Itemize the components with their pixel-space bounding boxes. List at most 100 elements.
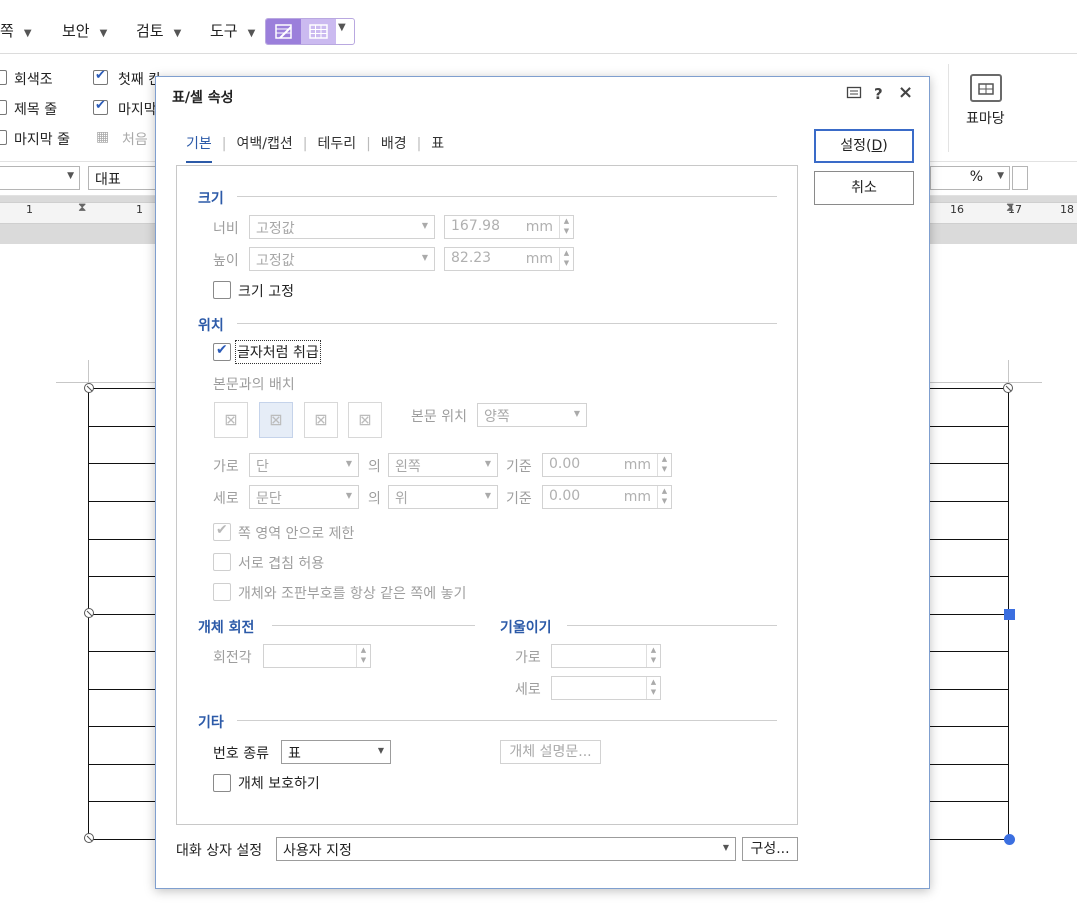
- horizontal-ref-select[interactable]: 단 ▼: [249, 453, 359, 477]
- horizontal-offset-input[interactable]: 0.00 mm ▲ ▼: [542, 453, 672, 477]
- spinner-arrows-icon[interactable]: ▲ ▼: [657, 454, 671, 476]
- table-grid-icon: [978, 83, 994, 95]
- dialog-title: 표/셀 속성: [172, 90, 234, 106]
- object-description-button[interactable]: 개체 설명문...: [500, 740, 601, 764]
- font-combo[interactable]: ▼: [0, 166, 80, 190]
- table-row-line: [88, 651, 156, 652]
- resize-handle[interactable]: [84, 833, 94, 843]
- tab-table[interactable]: 표: [431, 133, 444, 161]
- tab-border[interactable]: 테두리: [317, 133, 356, 161]
- wrap-square-icon: ⊠: [224, 410, 238, 429]
- menu-jjok[interactable]: 쪽 ▼: [0, 20, 32, 41]
- table-row-line: [88, 839, 156, 840]
- last-row-label: 마지막 줄: [14, 132, 70, 148]
- indent-marker-icon[interactable]: ⧗: [78, 200, 86, 215]
- menu-review[interactable]: 검토 ▼: [136, 20, 181, 41]
- spinner-arrows-icon[interactable]: ▲ ▼: [356, 645, 370, 667]
- fix-size-label: 크기 고정: [238, 284, 294, 300]
- wrap-square-button[interactable]: ⊠: [214, 402, 248, 438]
- table-row-line: [930, 576, 1009, 577]
- spinner-arrows-icon[interactable]: ▲ ▼: [559, 248, 573, 270]
- wrap-front-button[interactable]: ⊠: [348, 402, 382, 438]
- allow-overlap-checkbox[interactable]: [213, 553, 231, 571]
- table-row-line: [930, 764, 1009, 765]
- same-page-checkbox[interactable]: [213, 583, 231, 601]
- grayscale-checkbox[interactable]: [0, 70, 7, 85]
- table-layout-button[interactable]: [301, 19, 336, 44]
- fix-size-checkbox[interactable]: [213, 281, 231, 299]
- resize-handle[interactable]: [84, 383, 94, 393]
- first-column-checkbox[interactable]: [93, 68, 108, 85]
- vertical-align-select[interactable]: 위 ▼: [388, 485, 498, 509]
- configure-button[interactable]: 구성...: [742, 837, 798, 861]
- menu-tools[interactable]: 도구 ▼: [210, 20, 255, 41]
- chevron-down-icon: ▼: [573, 409, 580, 418]
- spinner-arrows-icon[interactable]: ▲ ▼: [657, 486, 671, 508]
- dialog-setting-label: 대화 상자 설정: [176, 843, 263, 859]
- chevron-down-icon: ▼: [99, 28, 108, 39]
- same-page-label: 개체와 조판부호를 항상 같은 쪽에 놓기: [238, 586, 467, 602]
- table-gallery-label: 표마당: [966, 111, 1005, 127]
- rotation-angle-input[interactable]: ▲ ▼: [263, 644, 371, 668]
- tab-basic[interactable]: 기본: [186, 133, 212, 163]
- resize-handle-selected[interactable]: [1004, 609, 1015, 620]
- ok-button[interactable]: 설정(D): [814, 129, 914, 163]
- of-label: 의: [368, 459, 381, 475]
- dialog-setting-select[interactable]: 사용자 지정 ▼: [276, 837, 736, 861]
- skew-section-title: 기울이기: [500, 620, 552, 636]
- menu-security[interactable]: 보안 ▼: [62, 20, 107, 41]
- section-divider: [237, 720, 777, 721]
- treat-as-char-checkbox[interactable]: [213, 342, 231, 361]
- tab-background[interactable]: 배경: [381, 133, 407, 161]
- guide-line: [56, 382, 156, 383]
- width-input[interactable]: 167.98 mm ▲ ▼: [444, 215, 574, 239]
- height-input[interactable]: 82.23 mm ▲ ▼: [444, 247, 574, 271]
- table-row-line: [88, 426, 156, 427]
- wrap-top-bottom-button[interactable]: ⊠: [259, 402, 293, 438]
- number-type-select[interactable]: 표 ▼: [281, 740, 391, 764]
- last-column-checkbox[interactable]: [93, 98, 108, 115]
- indent-marker-icon[interactable]: ⧗: [1006, 200, 1014, 215]
- close-icon[interactable]: ×: [898, 82, 913, 103]
- protect-object-checkbox[interactable]: [213, 774, 231, 792]
- tab-margin-caption[interactable]: 여백/캡션: [236, 133, 292, 161]
- style-combo[interactable]: 대표: [88, 166, 158, 190]
- cancel-button[interactable]: 취소: [814, 171, 914, 205]
- help-icon[interactable]: ?: [874, 85, 883, 103]
- protect-object-label: 개체 보호하기: [238, 776, 320, 792]
- table-row-line: [930, 463, 1009, 464]
- table-gallery-icon[interactable]: [970, 74, 1002, 102]
- basic-tab-panel: 크기 너비 고정값 ▼ 167.98 mm ▲ ▼ 높이 고정값 ▼ 82.23 mm ▲ ▼ …: [176, 165, 798, 825]
- skew-vertical-input[interactable]: ▲ ▼: [551, 676, 661, 700]
- zoom-combo[interactable]: % ▼: [930, 166, 1010, 190]
- comment-icon[interactable]: [846, 85, 862, 105]
- vertical-offset-input[interactable]: 0.00 mm ▲ ▼: [542, 485, 672, 509]
- position-section-title: 위치: [198, 318, 224, 334]
- table-row-line: [88, 576, 156, 577]
- height-mode-select[interactable]: 고정값 ▼: [249, 247, 435, 271]
- zoom-spinner[interactable]: [1012, 166, 1028, 190]
- last-row-checkbox[interactable]: [0, 130, 7, 145]
- resize-handle[interactable]: [1003, 383, 1013, 393]
- table-design-button[interactable]: [266, 19, 301, 44]
- horizontal-align-select[interactable]: 왼쪽 ▼: [388, 453, 498, 477]
- resize-handle[interactable]: [84, 608, 94, 618]
- table-row-line: [930, 839, 1009, 840]
- spinner-arrows-icon[interactable]: ▲ ▼: [646, 677, 660, 699]
- header-row-checkbox[interactable]: [0, 100, 7, 115]
- vertical-ref-select[interactable]: 문단 ▼: [249, 485, 359, 509]
- spinner-arrows-icon[interactable]: ▲ ▼: [559, 216, 573, 238]
- table-cell-properties-dialog: 표/셀 속성 ? × 기본 | 여백/캡션 | 테두리 | 배경 | 표 설정(D) 취소 크기…: [155, 76, 930, 889]
- chevron-down-icon[interactable]: ▼: [338, 22, 346, 33]
- wrap-behind-button[interactable]: ⊠: [304, 402, 338, 438]
- body-position-select[interactable]: 양쪽 ▼: [477, 403, 587, 427]
- width-mode-select[interactable]: 고정값 ▼: [249, 215, 435, 239]
- rotation-angle-label: 회전각: [213, 650, 252, 666]
- spinner-arrows-icon[interactable]: ▲ ▼: [646, 645, 660, 667]
- skew-horizontal-input[interactable]: ▲ ▼: [551, 644, 661, 668]
- number-type-label: 번호 종류: [213, 746, 269, 762]
- table-row-line: [930, 426, 1009, 427]
- resize-handle-corner[interactable]: [1004, 834, 1015, 845]
- limit-to-page-checkbox[interactable]: [213, 522, 231, 541]
- chevron-down-icon: ▼: [173, 28, 182, 39]
